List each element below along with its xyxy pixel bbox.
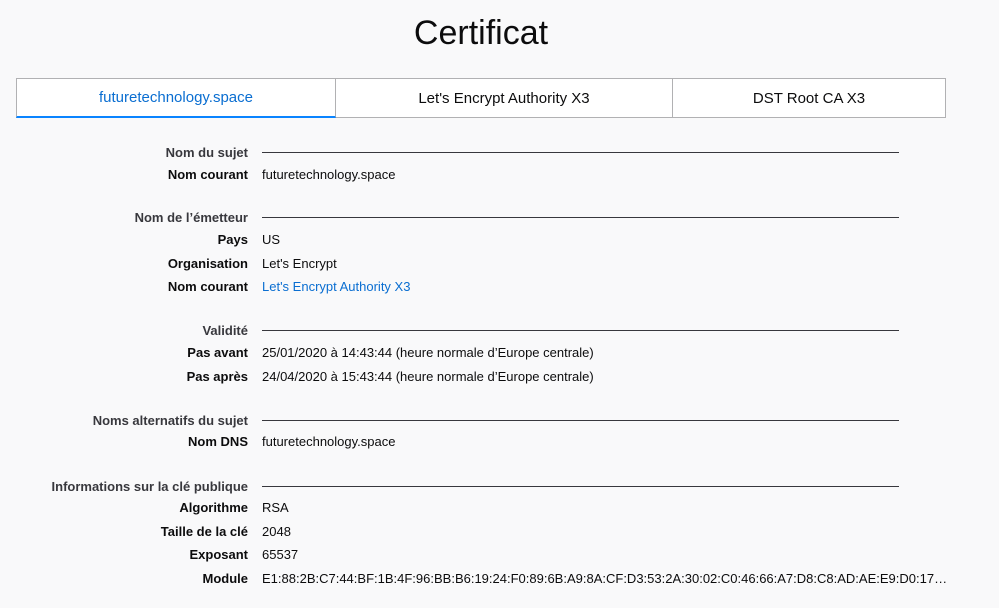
section-divider bbox=[262, 330, 899, 331]
section-divider bbox=[262, 217, 899, 218]
issuer-organization-label: Organisation bbox=[167, 256, 248, 271]
issuer-country-value: US bbox=[262, 232, 281, 247]
subject-common-name-value: futuretechnology.space bbox=[262, 167, 396, 182]
section-title-issuer-name: Nom de l’émetteur bbox=[134, 210, 248, 225]
tab-dst-root-ca-x3[interactable]: DST Root CA X3 bbox=[673, 78, 946, 118]
san-dns-name-label: Nom DNS bbox=[188, 434, 248, 449]
page-title: Certificat bbox=[413, 14, 549, 52]
public-key-size-label: Taille de la clé bbox=[160, 524, 248, 539]
subject-common-name-label: Nom courant bbox=[167, 167, 248, 182]
section-divider bbox=[262, 486, 899, 487]
section-title-public-key-info: Informations sur la clé publique bbox=[51, 479, 248, 494]
section-title-subject-alt-names: Noms alternatifs du sujet bbox=[92, 413, 248, 428]
issuer-organization-value: Let's Encrypt bbox=[262, 256, 337, 271]
public-key-algorithm-value: RSA bbox=[262, 500, 289, 515]
section-divider bbox=[262, 420, 899, 421]
public-key-size-value: 2048 bbox=[262, 524, 291, 539]
section-title-subject-name: Nom du sujet bbox=[165, 145, 248, 160]
issuer-common-name-label: Nom courant bbox=[167, 279, 248, 294]
public-key-algorithm-label: Algorithme bbox=[179, 500, 248, 515]
certificate-tabs: futuretechnology.space Let's Encrypt Aut… bbox=[16, 78, 946, 118]
san-dns-name-value: futuretechnology.space bbox=[262, 434, 396, 449]
public-key-modulus-value: E1:88:2B:C7:44:BF:1B:4F:96:BB:B6:19:24:F… bbox=[262, 571, 948, 586]
issuer-country-label: Pays bbox=[217, 232, 248, 247]
tab-lets-encrypt-authority-x3[interactable]: Let's Encrypt Authority X3 bbox=[336, 78, 673, 118]
validity-not-before-label: Pas avant bbox=[187, 345, 248, 360]
section-title-validity: Validité bbox=[202, 323, 248, 338]
public-key-modulus-label: Module bbox=[202, 571, 249, 586]
validity-not-before-value: 25/01/2020 à 14:43:44 (heure normale d’E… bbox=[262, 345, 594, 360]
public-key-exponent-value: 65537 bbox=[262, 547, 299, 562]
validity-not-after-value: 24/04/2020 à 15:43:44 (heure normale d’E… bbox=[262, 369, 594, 384]
tab-futuretechnology-space[interactable]: futuretechnology.space bbox=[16, 78, 336, 118]
section-divider bbox=[262, 152, 899, 153]
validity-not-after-label: Pas après bbox=[186, 369, 248, 384]
issuer-common-name-link[interactable]: Let's Encrypt Authority X3 bbox=[262, 279, 410, 294]
public-key-exponent-label: Exposant bbox=[189, 547, 248, 562]
